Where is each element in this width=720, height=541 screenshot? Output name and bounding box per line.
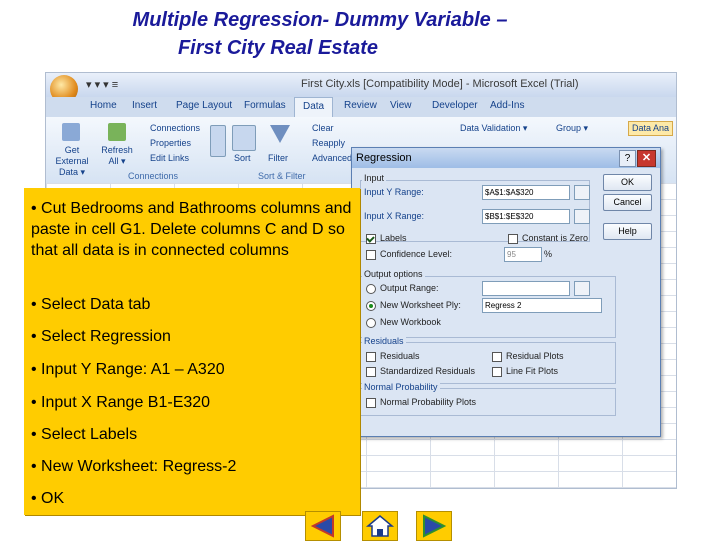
- next-slide-button[interactable]: [416, 511, 452, 541]
- new-worksheet-ply-label: New Worksheet Ply:: [380, 300, 461, 310]
- confidence-level-field[interactable]: 95: [504, 247, 542, 262]
- input-y-range-field[interactable]: $A$1:$A$320: [482, 185, 570, 200]
- filter-button[interactable]: Filter: [268, 153, 288, 164]
- tab-insert[interactable]: Insert: [132, 100, 157, 111]
- new-workbook-label: New Workbook: [380, 317, 441, 327]
- cancel-button[interactable]: Cancel: [603, 194, 652, 211]
- reapply-button[interactable]: Reapply: [312, 138, 345, 149]
- input-x-label: Input X Range:: [364, 211, 425, 221]
- residuals-group-label: Residuals: [362, 336, 406, 346]
- new-worksheet-ply-field[interactable]: Regress 2: [482, 298, 602, 313]
- get-external-data-button[interactable]: Get External Data ▾: [48, 145, 96, 178]
- tab-formulas[interactable]: Formulas: [244, 100, 286, 111]
- close-icon[interactable]: ✕: [637, 150, 656, 167]
- group-label-connections: Connections: [128, 171, 179, 181]
- instruction-step-data-tab: • Select Data tab: [31, 296, 151, 313]
- labels-label: Labels: [380, 233, 407, 243]
- collapse-dialog-x-icon[interactable]: [574, 209, 590, 224]
- instruction-step-cut-columns: • Cut Bedrooms and Bathrooms columns and…: [31, 200, 352, 259]
- collapse-dialog-y-icon[interactable]: [574, 185, 590, 200]
- standardized-residuals-checkbox[interactable]: [366, 367, 376, 377]
- residuals-checkbox[interactable]: [366, 352, 376, 362]
- percent-label: %: [544, 249, 553, 259]
- instruction-step-regression: • Select Regression: [31, 328, 171, 345]
- output-range-field[interactable]: [482, 281, 570, 296]
- residual-plots-checkbox[interactable]: [492, 352, 502, 362]
- residuals-group: [360, 342, 616, 384]
- input-x-range-field[interactable]: $B$1:$E$320: [482, 209, 570, 224]
- labels-checkbox[interactable]: [366, 234, 376, 244]
- refresh-icon: [108, 123, 126, 141]
- constant-zero-checkbox[interactable]: [508, 234, 518, 244]
- tab-add-ins[interactable]: Add-Ins: [490, 100, 524, 111]
- refresh-all-button[interactable]: Refresh All ▾: [100, 145, 134, 167]
- new-worksheet-ply-radio[interactable]: [366, 301, 376, 311]
- dialog-title: Regression: [356, 152, 412, 164]
- group-label-sort-filter: Sort & Filter: [258, 171, 306, 181]
- home-icon: [365, 515, 395, 537]
- filter-icon: [270, 125, 290, 143]
- standardized-residuals-label: Standardized Residuals: [380, 366, 476, 376]
- residual-plots-label: Residual Plots: [506, 351, 564, 361]
- normal-probability-group-label: Normal Probability: [362, 382, 440, 392]
- tab-home[interactable]: Home: [90, 100, 117, 111]
- confidence-label: Confidence Level:: [380, 249, 453, 259]
- normal-probability-plots-checkbox[interactable]: [366, 398, 376, 408]
- data-analysis-button[interactable]: Data Ana: [628, 121, 674, 136]
- input-y-label: Input Y Range:: [364, 187, 424, 197]
- help-button[interactable]: Help: [603, 223, 652, 240]
- ok-button[interactable]: OK: [603, 174, 652, 191]
- ribbon-tab-bar: Home Insert Page Layout Formulas Data Re…: [46, 97, 676, 118]
- edit-links-button[interactable]: Edit Links: [150, 153, 189, 164]
- instruction-step-labels: • Select Labels: [31, 426, 138, 443]
- tab-data[interactable]: Data: [294, 97, 334, 118]
- normal-probability-plots-label: Normal Probability Plots: [380, 397, 477, 407]
- tab-view[interactable]: View: [390, 100, 412, 111]
- output-range-radio[interactable]: [366, 284, 376, 294]
- get-external-data-icon: [62, 123, 80, 141]
- quick-access-toolbar[interactable]: ▾ ▾ ▾ ≡: [86, 78, 118, 91]
- input-group-label: Input: [362, 173, 387, 183]
- instruction-callout: • Cut Bedrooms and Bathrooms columns and…: [24, 188, 360, 515]
- sort-icon: [232, 125, 256, 151]
- instruction-step-input-x: • Input X Range B1-E320: [31, 394, 211, 411]
- previous-slide-icon: [310, 514, 334, 538]
- slide-title-line-1: Multiple Regression- Dummy Variable –: [132, 9, 508, 31]
- properties-button[interactable]: Properties: [150, 138, 191, 149]
- window-title: First City.xls [Compatibility Mode] - Mi…: [301, 78, 579, 90]
- sort-button[interactable]: Sort: [234, 153, 251, 164]
- line-fit-plots-label: Line Fit Plots: [506, 366, 559, 376]
- instruction-step-new-worksheet: • New Worksheet: Regress-2: [31, 458, 237, 475]
- tab-review[interactable]: Review: [344, 100, 377, 111]
- data-validation-button[interactable]: Data Validation ▾: [460, 123, 527, 134]
- excel-title-bar: ▾ ▾ ▾ ≡ First City.xls [Compatibility Mo…: [46, 73, 676, 103]
- new-workbook-radio[interactable]: [366, 318, 376, 328]
- collapse-dialog-output-icon[interactable]: [574, 281, 590, 296]
- clear-button[interactable]: Clear: [312, 123, 334, 134]
- help-icon[interactable]: ?: [619, 150, 636, 167]
- output-options-label: Output options: [362, 269, 425, 279]
- previous-slide-button[interactable]: [305, 511, 341, 541]
- dialog-title-bar: Regression ? ✕: [352, 148, 660, 168]
- constant-zero-label: Constant is Zero: [522, 233, 589, 243]
- home-button[interactable]: [362, 511, 398, 541]
- tab-developer[interactable]: Developer: [432, 100, 478, 111]
- instruction-step-ok: • OK: [31, 490, 65, 507]
- confidence-checkbox[interactable]: [366, 250, 376, 260]
- tab-page-layout[interactable]: Page Layout: [176, 100, 232, 111]
- output-range-label: Output Range:: [380, 283, 439, 293]
- residuals-label: Residuals: [380, 351, 420, 361]
- line-fit-plots-checkbox[interactable]: [492, 367, 502, 377]
- slide-title-line-2: First City Real Estate: [177, 37, 379, 59]
- instruction-step-input-y: • Input Y Range: A1 – A320: [31, 361, 225, 378]
- group-button[interactable]: Group ▾: [556, 123, 588, 134]
- next-slide-icon: [423, 514, 447, 538]
- advanced-button[interactable]: Advanced: [312, 153, 352, 164]
- regression-dialog: Regression ? ✕ Input Input Y Range: $A$1…: [351, 147, 661, 437]
- sort-az-icon[interactable]: [210, 125, 226, 157]
- connections-button[interactable]: Connections: [150, 123, 200, 134]
